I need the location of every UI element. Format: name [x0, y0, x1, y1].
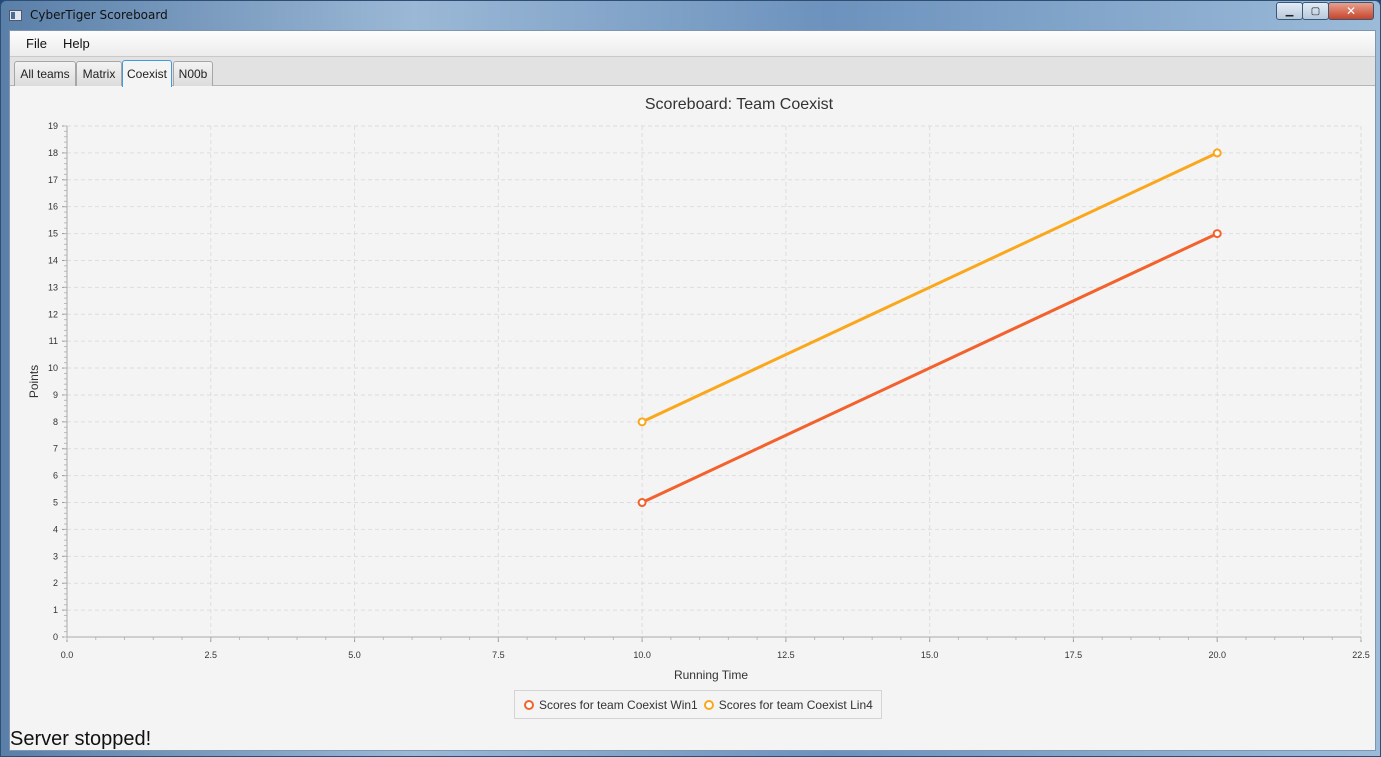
- maximize-icon[interactable]: ▢: [1302, 2, 1329, 20]
- x-tick-label: 20.0: [1208, 650, 1226, 660]
- tab-bar: All teams Matrix Coexist N00b: [10, 57, 1375, 87]
- client-area: File Help All teams Matrix Coexist N00b …: [9, 30, 1376, 751]
- y-tick-label: 9: [53, 390, 58, 400]
- x-tick-label: 17.5: [1065, 650, 1083, 660]
- chart-legend: Scores for team Coexist Win1 Scores for …: [514, 690, 882, 719]
- app-window: CyberTiger Scoreboard ▁ ▢ ✕ File Help Al…: [0, 0, 1381, 757]
- y-tick-label: 11: [49, 336, 58, 346]
- window-title: CyberTiger Scoreboard: [30, 8, 168, 22]
- x-tick-label: 2.5: [205, 650, 218, 660]
- tab-matrix[interactable]: Matrix: [76, 61, 122, 86]
- line-chart: Scoreboard: Team Coexist 0.0 2.5 5.0 7.5 10.0…: [27, 96, 1370, 682]
- legend-label-lin4: Scores for team Coexist Lin4: [718, 697, 873, 712]
- legend-symbol-win1: [524, 699, 534, 710]
- menu-file[interactable]: File: [18, 36, 55, 51]
- y-tick-label: 14: [48, 255, 58, 265]
- chart-title: Scoreboard: Team Coexist: [645, 96, 834, 113]
- y-tick-label: 0: [53, 632, 58, 642]
- y-tick-label: 17: [48, 175, 58, 185]
- y-tick-label: 12: [48, 309, 58, 319]
- x-tick-label: 22.5: [1352, 650, 1370, 660]
- y-tick-label: 10: [48, 363, 58, 373]
- y-tick-label: 13: [48, 282, 58, 292]
- y-tick-label: 18: [48, 148, 58, 158]
- x-tick-label: 10.0: [633, 650, 651, 660]
- menu-bar: File Help: [10, 31, 1375, 57]
- x-axis-label: Running Time: [674, 668, 748, 682]
- y-tick-label: 1: [53, 605, 58, 615]
- close-icon[interactable]: ✕: [1328, 2, 1374, 20]
- menu-help[interactable]: Help: [55, 36, 98, 51]
- tab-n00b[interactable]: N00b: [173, 61, 213, 86]
- title-bar[interactable]: CyberTiger Scoreboard ▁ ▢ ✕: [1, 1, 1380, 30]
- y-tick-label: 3: [53, 551, 58, 561]
- x-tick-label: 0.0: [61, 650, 74, 660]
- minimize-icon[interactable]: ▁: [1276, 2, 1303, 20]
- y-tick-label: 15: [48, 229, 58, 239]
- y-tick-label: 4: [53, 524, 58, 534]
- tab-coexist[interactable]: Coexist: [122, 60, 172, 87]
- y-tick-label: 5: [53, 498, 58, 508]
- window-controls: ▁ ▢ ✕: [1276, 2, 1374, 20]
- status-text: Server stopped!: [10, 728, 152, 750]
- app-icon: [9, 10, 22, 21]
- data-point-1: [637, 498, 647, 508]
- data-point-2: [1212, 148, 1222, 158]
- legend-item-win1: Scores for team Coexist Win1: [524, 698, 698, 712]
- tab-all-teams[interactable]: All teams: [14, 61, 76, 86]
- x-tick-label: 5.0: [348, 650, 361, 660]
- y-tick-label: 6: [53, 471, 58, 481]
- data-point-2: [637, 417, 647, 427]
- y-tick-label: 19: [48, 121, 58, 131]
- y-tick-label: 7: [53, 444, 58, 454]
- legend-item-lin4: Scores for team Coexist Lin4: [703, 697, 873, 712]
- data-point-1: [1212, 229, 1222, 239]
- x-tick-label: 12.5: [777, 650, 795, 660]
- x-tick-label: 7.5: [492, 650, 505, 660]
- legend-symbol-lin4: [703, 699, 714, 710]
- y-tick-label: 16: [48, 202, 58, 212]
- x-tick-label: 15.0: [921, 650, 939, 660]
- y-axis-label: Points: [27, 365, 41, 398]
- y-tick-label: 2: [53, 578, 58, 588]
- legend-label-win1: Scores for team Coexist Win1: [539, 697, 698, 712]
- y-tick-label: 8: [53, 417, 58, 427]
- plot-area: [67, 126, 1361, 637]
